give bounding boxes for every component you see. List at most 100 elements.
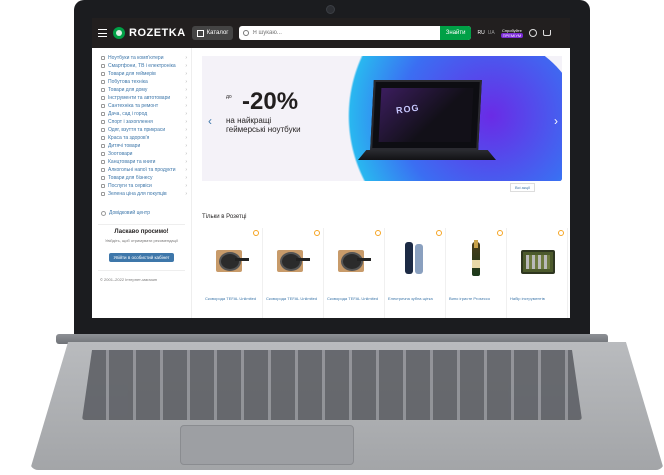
product-name[interactable]: Сковорода TEFAL Unlimited	[266, 296, 322, 301]
sidebar-category-item[interactable]: Канцтовари та книги ›	[92, 158, 191, 166]
product-name[interactable]: Набір інструментів	[510, 296, 566, 301]
sidebar-category-item[interactable]: Ноутбуки та комп'ютери ›	[92, 54, 191, 62]
premium-promo[interactable]: Спробуйте ПРЕМІУМ	[500, 28, 524, 38]
favorite-heart-icon[interactable]	[314, 230, 320, 236]
category-label: Одяг, взуття та прикраси	[108, 127, 166, 133]
chevron-right-icon: ›	[185, 183, 187, 189]
chevron-right-icon: ›	[185, 79, 187, 85]
product-brush-picture	[405, 242, 413, 274]
gaming-laptop-base	[358, 150, 496, 160]
chevron-right-icon: ›	[185, 103, 187, 109]
category-icon	[101, 160, 105, 164]
sidebar-category-item[interactable]: Смартфони, ТВ і електроніка ›	[92, 62, 191, 70]
gaming-laptop-image: ROG	[352, 80, 502, 166]
product-name[interactable]: Сковорода TEFAL Unlimited	[327, 296, 383, 301]
category-label: Товари для дому	[108, 87, 148, 93]
category-label: Дитячі товари	[108, 143, 141, 149]
banner-promo-text: до -20% на найкращі геймерські ноутбуки	[226, 90, 301, 135]
help-center-link[interactable]: Довідковий центр	[101, 210, 191, 216]
login-button[interactable]: Увійти в особистий кабінет	[109, 253, 174, 262]
product-card[interactable]: Сковорода TEFAL Unlimited	[324, 228, 385, 318]
product-image[interactable]	[273, 240, 313, 276]
chevron-right-icon: ›	[185, 151, 187, 157]
sidebar-category-item[interactable]: Спорт і захоплення ›	[92, 118, 191, 126]
chevron-right-icon: ›	[185, 191, 187, 197]
product-pan-picture	[216, 250, 249, 272]
category-label: Ноутбуки та комп'ютери	[108, 55, 164, 61]
category-icon	[101, 120, 105, 124]
chevron-right-icon: ›	[185, 95, 187, 101]
sidebar-category-item[interactable]: Інструменти та автотовари ›	[92, 94, 191, 102]
product-card[interactable]: Вино ігристе Prosecco	[446, 228, 507, 318]
product-image[interactable]	[334, 240, 374, 276]
webcam	[326, 5, 335, 14]
sidebar-category-item[interactable]: Одяг, взуття та прикраси ›	[92, 126, 191, 134]
product-name[interactable]: Електрична зубна щітка	[388, 296, 444, 301]
chevron-right-icon: ›	[185, 111, 187, 117]
product-card[interactable]: Електрична зубна щітка	[385, 228, 446, 318]
user-icon[interactable]	[529, 29, 538, 37]
site-logo[interactable]: ROZETKA	[113, 27, 186, 39]
product-image[interactable]	[395, 240, 435, 276]
sidebar-category-item[interactable]: Побутова техніка ›	[92, 78, 191, 86]
sidebar-category-item[interactable]: Товари для бізнесу ›	[92, 174, 191, 182]
favorite-heart-icon[interactable]	[253, 230, 259, 236]
category-label: Смартфони, ТВ і електроніка	[108, 63, 176, 69]
category-label: Краса та здоров'я	[108, 135, 150, 141]
sidebar-category-item[interactable]: Зоотовари ›	[92, 150, 191, 158]
gaming-laptop-screen	[370, 80, 482, 150]
product-image[interactable]	[212, 240, 252, 276]
sidebar-category-item[interactable]: Послуги та сервіси ›	[92, 182, 191, 190]
lang-ua[interactable]: UA	[488, 30, 495, 36]
chevron-right-icon: ›	[185, 167, 187, 173]
sidebar-category-item[interactable]: Дача, сад і город ›	[92, 110, 191, 118]
logo-smile-icon	[113, 27, 125, 39]
category-icon	[101, 144, 105, 148]
products-section-title: Тільки в Розетці	[202, 214, 247, 220]
category-icon	[101, 128, 105, 132]
chevron-right-icon: ›	[185, 87, 187, 93]
sidebar-category-item[interactable]: Дитячі товари ›	[92, 142, 191, 150]
chevron-right-icon: ›	[185, 63, 187, 69]
sidebar-category-item[interactable]: Товари для геймерів ›	[92, 70, 191, 78]
chevron-right-icon: ›	[185, 127, 187, 133]
welcome-text: Увійдіть, щоб отримувати рекомендації	[105, 238, 178, 243]
product-row: Сковорода TEFAL Unlimited Сковорода TEFAL…	[202, 228, 568, 318]
product-image[interactable]	[517, 240, 557, 276]
product-brush-case-picture	[415, 244, 423, 274]
category-sidebar: Ноутбуки та комп'ютери › Смартфони, ТВ і е…	[92, 48, 192, 318]
product-card[interactable]: Сковорода TEFAL Unlimited	[202, 228, 263, 318]
product-name[interactable]: Вино ігристе Prosecco	[449, 296, 505, 301]
product-card[interactable]: Сковорода TEFAL Unlimited	[263, 228, 324, 318]
sidebar-category-item[interactable]: Алкогольні напої та продукти ›	[92, 166, 191, 174]
favorite-heart-icon[interactable]	[436, 230, 442, 236]
favorite-heart-icon[interactable]	[375, 230, 381, 236]
chevron-right-icon: ›	[185, 159, 187, 165]
category-icon	[101, 88, 105, 92]
all-promos-button[interactable]: Всі акції	[510, 183, 535, 192]
product-name[interactable]: Сковорода TEFAL Unlimited	[205, 296, 261, 301]
category-icon	[101, 112, 105, 116]
promo-banner[interactable]: до -20% на найкращі геймерські ноутбуки …	[202, 56, 562, 181]
catalog-button[interactable]: Каталог	[191, 26, 234, 40]
cart-icon[interactable]	[543, 30, 552, 36]
category-label: Зоотовари	[108, 151, 133, 157]
menu-icon[interactable]	[98, 29, 107, 37]
sidebar-category-item[interactable]: Зелена ціна для покупців ›	[92, 190, 191, 198]
sidebar-footer: © 2001–2022 Інтернет-магазин	[100, 277, 158, 282]
chevron-right-icon: ›	[185, 135, 187, 141]
category-icon	[101, 168, 105, 172]
favorite-heart-icon[interactable]	[558, 230, 564, 236]
search-button[interactable]: Знайти	[439, 26, 472, 40]
sidebar-category-item[interactable]: Сантехніка та ремонт ›	[92, 102, 191, 110]
favorite-heart-icon[interactable]	[497, 230, 503, 236]
laptop-screen: ROZETKA Каталог Знайти RU UA Спробуйте П…	[92, 18, 570, 318]
product-image[interactable]	[456, 240, 496, 276]
sidebar-category-item[interactable]: Товари для дому ›	[92, 86, 191, 94]
search-input[interactable]	[252, 27, 437, 39]
product-card[interactable]: Набір інструментів	[507, 228, 568, 318]
slider-next-icon[interactable]: ›	[554, 114, 558, 128]
lang-ru[interactable]: RU	[477, 30, 484, 36]
sidebar-category-item[interactable]: Краса та здоров'я ›	[92, 134, 191, 142]
slider-prev-icon[interactable]: ‹	[208, 114, 212, 128]
